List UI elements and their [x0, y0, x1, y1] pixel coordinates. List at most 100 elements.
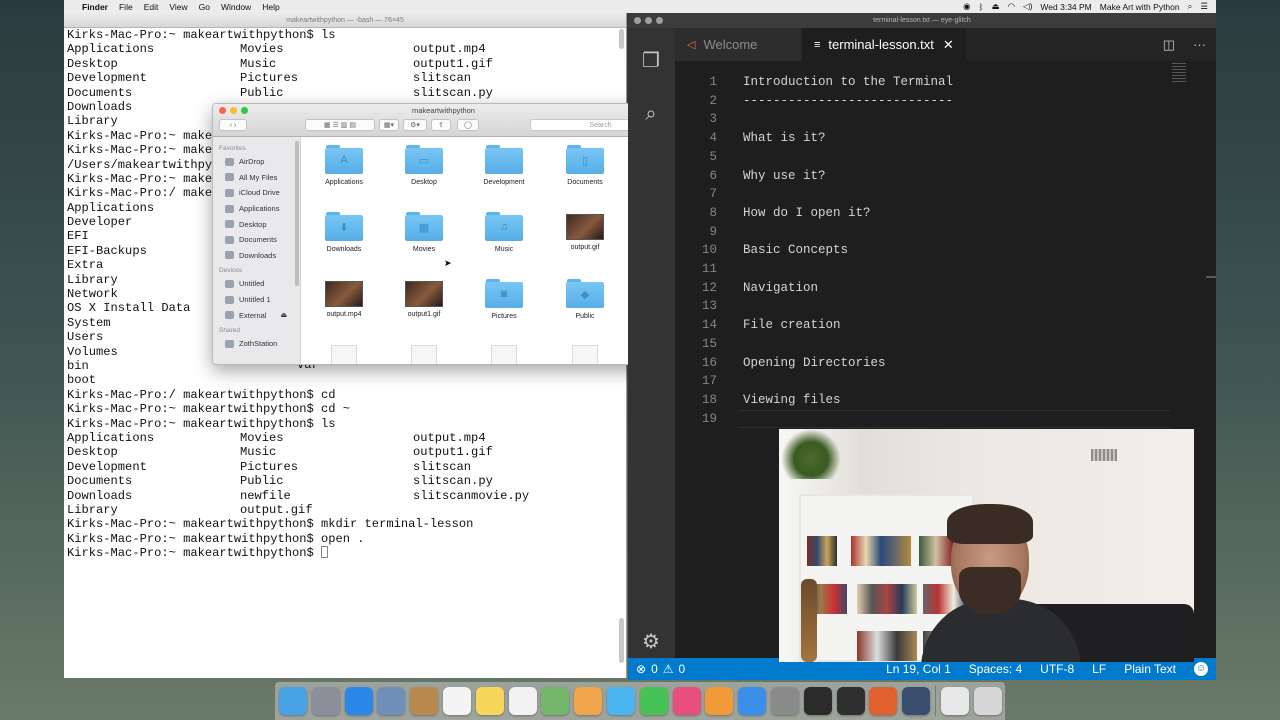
finder-item[interactable]: ◙ Pictures: [464, 279, 544, 320]
editor-line[interactable]: 4 What is it?: [675, 131, 1216, 150]
editor-line[interactable]: 1 Introduction to the Terminal: [675, 75, 1216, 94]
more-actions-icon[interactable]: ···: [1193, 37, 1206, 52]
menu-edit[interactable]: Edit: [144, 2, 159, 12]
safari-icon[interactable]: [344, 687, 373, 715]
itunes-icon[interactable]: [672, 687, 701, 715]
preview-icon[interactable]: [377, 687, 406, 715]
editor-line[interactable]: 11: [675, 262, 1216, 281]
eject-icon[interactable]: ⏏: [281, 311, 288, 319]
notification-center-icon[interactable]: ☰: [1200, 1, 1208, 12]
terminal-scrollbar[interactable]: [619, 618, 624, 663]
editor-line[interactable]: 15: [675, 337, 1216, 356]
photos-icon[interactable]: [574, 687, 603, 715]
finder-item[interactable]: [384, 345, 464, 364]
record-icon[interactable]: ◉: [963, 1, 970, 12]
warning-count[interactable]: 0: [679, 662, 686, 676]
tab-terminal-lesson[interactable]: ≡ terminal-lesson.txt ✕: [802, 28, 966, 61]
search-icon[interactable]: ⌕: [640, 103, 662, 125]
finder-item[interactable]: [464, 345, 544, 364]
spotlight-icon[interactable]: ⌕: [1188, 1, 1193, 12]
sidebar-item-airdrop[interactable]: AirDrop: [213, 154, 300, 170]
menu-view[interactable]: View: [169, 2, 187, 12]
tags-button[interactable]: ◯: [457, 119, 479, 131]
volume-icon[interactable]: ◁): [1023, 1, 1032, 12]
sidebar-item-downloads[interactable]: Downloads: [213, 248, 300, 264]
editor-line[interactable]: 14 File creation: [675, 318, 1216, 337]
cursor-position[interactable]: Ln 19, Col 1: [886, 662, 951, 676]
close-window-icon[interactable]: [634, 17, 641, 24]
menu-file[interactable]: File: [119, 2, 133, 12]
app-store-icon[interactable]: [738, 687, 767, 715]
editor-line[interactable]: 3: [675, 112, 1216, 131]
firefox-icon[interactable]: [869, 687, 898, 715]
tab-welcome[interactable]: ◁ Welcome: [675, 28, 801, 61]
error-count[interactable]: 0: [651, 662, 658, 676]
ibooks-icon[interactable]: [705, 687, 734, 715]
maps-icon[interactable]: [541, 687, 570, 715]
indentation[interactable]: Spaces: 4: [969, 662, 1022, 676]
messages-icon[interactable]: [606, 687, 635, 715]
trash-icon[interactable]: [973, 687, 1002, 715]
sidebar-item-applications[interactable]: Applications: [213, 201, 300, 217]
terminal-cursor[interactable]: [321, 546, 329, 559]
editor-line[interactable]: 6 Why use it?: [675, 169, 1216, 188]
finder-item[interactable]: ▯ Documents: [545, 145, 625, 186]
facetime-icon[interactable]: [639, 687, 668, 715]
finder-item[interactable]: output.mp4: [304, 279, 384, 318]
reminders-icon[interactable]: [508, 687, 537, 715]
quicktime-icon[interactable]: [902, 687, 931, 715]
arrange-button[interactable]: ▦▾: [379, 119, 399, 131]
share-button[interactable]: ⇪: [431, 119, 451, 131]
notes-icon[interactable]: [475, 687, 504, 715]
sidebar-item-external[interactable]: External ⏏: [213, 307, 300, 323]
finder-item[interactable]: Development: [464, 145, 544, 186]
editor-line[interactable]: 7: [675, 187, 1216, 206]
finder-item[interactable]: ◆ Public: [545, 279, 625, 320]
sidebar-item-icloud-drive[interactable]: iCloud Drive: [213, 185, 300, 201]
back-forward-buttons[interactable]: ‹ ›: [219, 119, 247, 131]
finder-item[interactable]: A Applications: [304, 145, 384, 186]
view-mode-switcher[interactable]: ▦ ☰ ▥ ▤: [305, 119, 375, 131]
contacts-icon[interactable]: [410, 687, 439, 715]
finder-window[interactable]: makeartwithpython ‹ › ▦ ☰ ▥ ▤ ▦▾ ⚙▾ ⇪ ◯ …: [212, 103, 675, 365]
visual-studio-code-icon[interactable]: [836, 687, 865, 715]
sidebar-item-untitled-1[interactable]: Untitled 1: [213, 292, 300, 308]
sidebar-item-desktop[interactable]: Desktop: [213, 216, 300, 232]
document-stack-icon[interactable]: [940, 687, 969, 715]
finder-item[interactable]: [304, 345, 384, 364]
launchpad-icon[interactable]: [311, 687, 340, 715]
sidebar-item-documents[interactable]: Documents: [213, 232, 300, 248]
finder-icon[interactable]: [279, 687, 307, 715]
editor-line[interactable]: 12 Navigation: [675, 281, 1216, 300]
wifi-icon[interactable]: ◠: [1008, 1, 1015, 12]
finder-item[interactable]: ⬇ Downloads: [304, 212, 384, 253]
gear-icon[interactable]: ⚙: [640, 631, 662, 653]
language-mode[interactable]: Plain Text: [1124, 662, 1176, 676]
menubar-clock[interactable]: Wed 3:34 PM: [1040, 2, 1091, 12]
warning-icon[interactable]: ⚠: [663, 662, 674, 676]
finder-item[interactable]: output.gif: [545, 212, 625, 251]
calendar-icon[interactable]: [442, 687, 471, 715]
finder-item[interactable]: output1.gif: [384, 279, 464, 318]
sidebar-scrollbar[interactable]: [295, 141, 299, 286]
bluetooth-icon[interactable]: ᛒ: [978, 2, 983, 12]
finder-item[interactable]: ♫ Music: [464, 212, 544, 253]
finder-item[interactable]: ▦ Movies: [384, 212, 464, 253]
editor-line[interactable]: 10 Basic Concepts: [675, 243, 1216, 262]
zoom-window-icon[interactable]: [656, 17, 663, 24]
split-editor-icon[interactable]: ◫: [1163, 37, 1175, 53]
editor-line[interactable]: 8 How do I open it?: [675, 206, 1216, 225]
editor-line[interactable]: 9: [675, 225, 1216, 244]
minimize-window-icon[interactable]: [645, 17, 652, 24]
terminal-scroll-indicator[interactable]: [619, 29, 624, 49]
sidebar-item-zothstation[interactable]: ZothStation: [213, 336, 300, 352]
editor-line[interactable]: 2 ----------------------------: [675, 94, 1216, 113]
line-ending[interactable]: LF: [1092, 662, 1106, 676]
editor-line[interactable]: 16 Opening Directories: [675, 356, 1216, 375]
feedback-smiley-icon[interactable]: ☺: [1194, 662, 1208, 676]
menu-window[interactable]: Window: [221, 2, 251, 12]
terminal-icon[interactable]: [803, 687, 832, 715]
finder-item[interactable]: [545, 345, 625, 364]
explorer-icon[interactable]: ❐: [640, 50, 662, 72]
menu-finder[interactable]: Finder: [82, 2, 108, 12]
